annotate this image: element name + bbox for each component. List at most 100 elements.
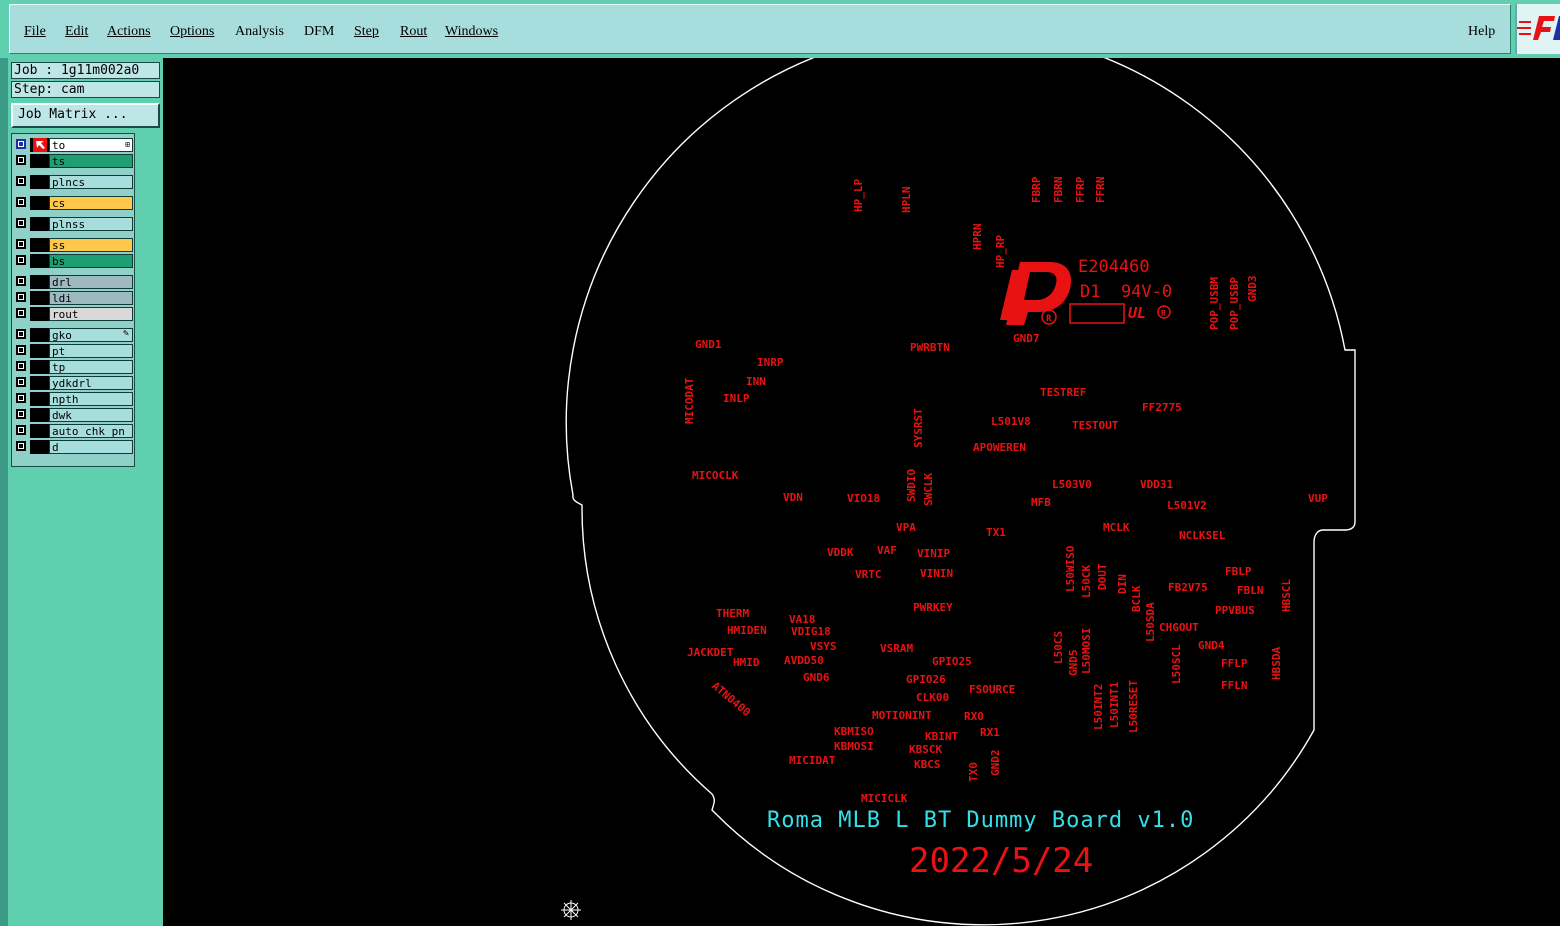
menu-bar: File Edit Actions Options Analysis DFM S…	[0, 0, 1560, 58]
arrow-cursor-icon	[33, 138, 47, 152]
layer-checkbox[interactable]	[16, 377, 26, 387]
net-label: L501V8	[991, 415, 1031, 428]
net-label: GND1	[695, 338, 722, 351]
layer-checkbox[interactable]	[16, 255, 26, 265]
layer-row-cs[interactable]: cs	[14, 196, 133, 210]
net-label: THERM	[716, 607, 749, 620]
layer-checkbox[interactable]	[16, 276, 26, 286]
net-label: VSYS	[810, 640, 837, 653]
layer-checkbox[interactable]	[16, 218, 26, 228]
layer-row-gko[interactable]: gko ✎	[14, 328, 133, 342]
menu-file[interactable]: File	[24, 24, 46, 40]
net-label: JACKDET	[687, 646, 734, 659]
net-label: L501V2	[1167, 499, 1207, 512]
net-label: VDIG18	[791, 625, 831, 638]
menu-bar-inner: File Edit Actions Options Analysis DFM S…	[9, 4, 1511, 54]
left-panel: Job : 1g11m002a0 Step: cam Job Matrix ..…	[0, 58, 163, 926]
layer-row-to[interactable]: to ⊞	[14, 138, 133, 152]
layer-checkbox[interactable]	[16, 393, 26, 403]
layer-name: plnss	[49, 217, 133, 231]
layer-name: gko	[49, 328, 133, 342]
menu-dfm[interactable]: DFM	[304, 24, 334, 40]
net-label: DIN	[1116, 574, 1129, 594]
menu-rout[interactable]: Rout	[400, 24, 427, 40]
net-label: FBRN	[1052, 177, 1065, 204]
layer-row-ydkdrl[interactable]: ydkdrl	[14, 376, 133, 390]
board-view[interactable]: R UL R E204460 D1 94V-0 HP_LP HPLN FBRP …	[163, 58, 1560, 926]
layer-row-auto-chk-pn[interactable]: auto_chk_pn	[14, 424, 133, 438]
menu-analysis[interactable]: Analysis	[235, 24, 284, 40]
net-label: CHGOUT	[1159, 621, 1199, 634]
layer-checkbox[interactable]	[16, 292, 26, 302]
layer-checkbox[interactable]	[16, 139, 26, 149]
menu-options[interactable]: Options	[170, 24, 214, 40]
layer-row-rout[interactable]: rout	[14, 307, 133, 321]
net-label: HPLN	[900, 187, 913, 214]
menu-edit[interactable]: Edit	[65, 24, 88, 40]
layer-row-ss[interactable]: ss	[14, 238, 133, 252]
layer-row-ts[interactable]: ts	[14, 154, 133, 168]
svg-text:R: R	[1046, 314, 1052, 324]
net-label: FF2775	[1142, 401, 1182, 414]
layer-checkbox[interactable]	[16, 197, 26, 207]
svg-text:UL: UL	[1128, 304, 1146, 322]
layer-checkbox[interactable]	[16, 361, 26, 371]
layer-name: npth	[49, 392, 133, 406]
board-date: 2022/5/24	[909, 841, 1093, 881]
layer-row-ldi[interactable]: ldi	[14, 291, 133, 305]
menu-actions[interactable]: Actions	[107, 24, 151, 40]
board-title: Roma MLB L BT Dummy Board v1.0	[767, 808, 1194, 833]
layer-row-plnss[interactable]: plnss	[14, 217, 133, 231]
layer-menu-icon[interactable]: ⊞	[125, 140, 130, 149]
net-label: L503V0	[1052, 478, 1092, 491]
layer-row-dwk[interactable]: dwk	[14, 408, 133, 422]
layer-checkbox[interactable]	[16, 409, 26, 419]
net-label: KBMOSI	[834, 740, 874, 753]
menu-step[interactable]: Step	[354, 24, 379, 40]
layer-row-plncs[interactable]: plncs	[14, 175, 133, 189]
menu-windows[interactable]: Windows	[445, 24, 498, 40]
net-label: MICODAT	[683, 377, 696, 424]
net-label: VDDK	[827, 546, 854, 559]
net-label: FBLN	[1237, 584, 1264, 597]
layer-checkbox[interactable]	[16, 176, 26, 186]
net-label: ATN0400	[709, 679, 753, 719]
net-label: MICOCLK	[692, 469, 739, 482]
layer-name: rout	[49, 307, 133, 321]
layer-row-tp[interactable]: tp	[14, 360, 133, 374]
net-label: VININ	[920, 567, 953, 580]
net-label: TESTOUT	[1072, 419, 1119, 432]
net-label: GND2	[989, 750, 1002, 777]
menu-help[interactable]: Help	[1468, 24, 1495, 40]
graphics-canvas[interactable]: R UL R E204460 D1 94V-0 HP_LP HPLN FBRP …	[163, 58, 1560, 926]
layer-row-npth[interactable]: npth	[14, 392, 133, 406]
layer-checkbox[interactable]	[16, 329, 26, 339]
job-matrix-button[interactable]: Job Matrix ...	[11, 103, 160, 128]
net-label: KBMISO	[834, 725, 874, 738]
net-label: GPIO25	[932, 655, 972, 668]
net-label: HBSDA	[1270, 647, 1283, 680]
layer-row-pt[interactable]: pt	[14, 344, 133, 358]
net-label: FFLP	[1221, 657, 1248, 670]
net-label: KBCS	[914, 758, 941, 771]
layer-name: dwk	[49, 408, 133, 422]
layer-name: ydkdrl	[49, 376, 133, 390]
net-label: FFRN	[1094, 177, 1107, 204]
layer-name: ldi	[49, 291, 133, 305]
layer-row-d[interactable]: d	[14, 440, 133, 454]
layer-checkbox[interactable]	[16, 425, 26, 435]
layer-checkbox[interactable]	[16, 441, 26, 451]
net-label: KBSCK	[909, 743, 942, 756]
layer-name: to	[49, 138, 133, 152]
net-label: MOTIONINT	[872, 709, 932, 722]
layer-checkbox[interactable]	[16, 155, 26, 165]
net-label: AVDD50	[784, 654, 824, 667]
layer-checkbox[interactable]	[16, 345, 26, 355]
layer-row-drl[interactable]: drl	[14, 275, 133, 289]
layer-name: ss	[49, 238, 133, 252]
layer-row-bs[interactable]: bs	[14, 254, 133, 268]
net-label: VSRAM	[880, 642, 913, 655]
net-label: MICIDAT	[789, 754, 836, 767]
layer-checkbox[interactable]	[16, 239, 26, 249]
layer-checkbox[interactable]	[16, 308, 26, 318]
